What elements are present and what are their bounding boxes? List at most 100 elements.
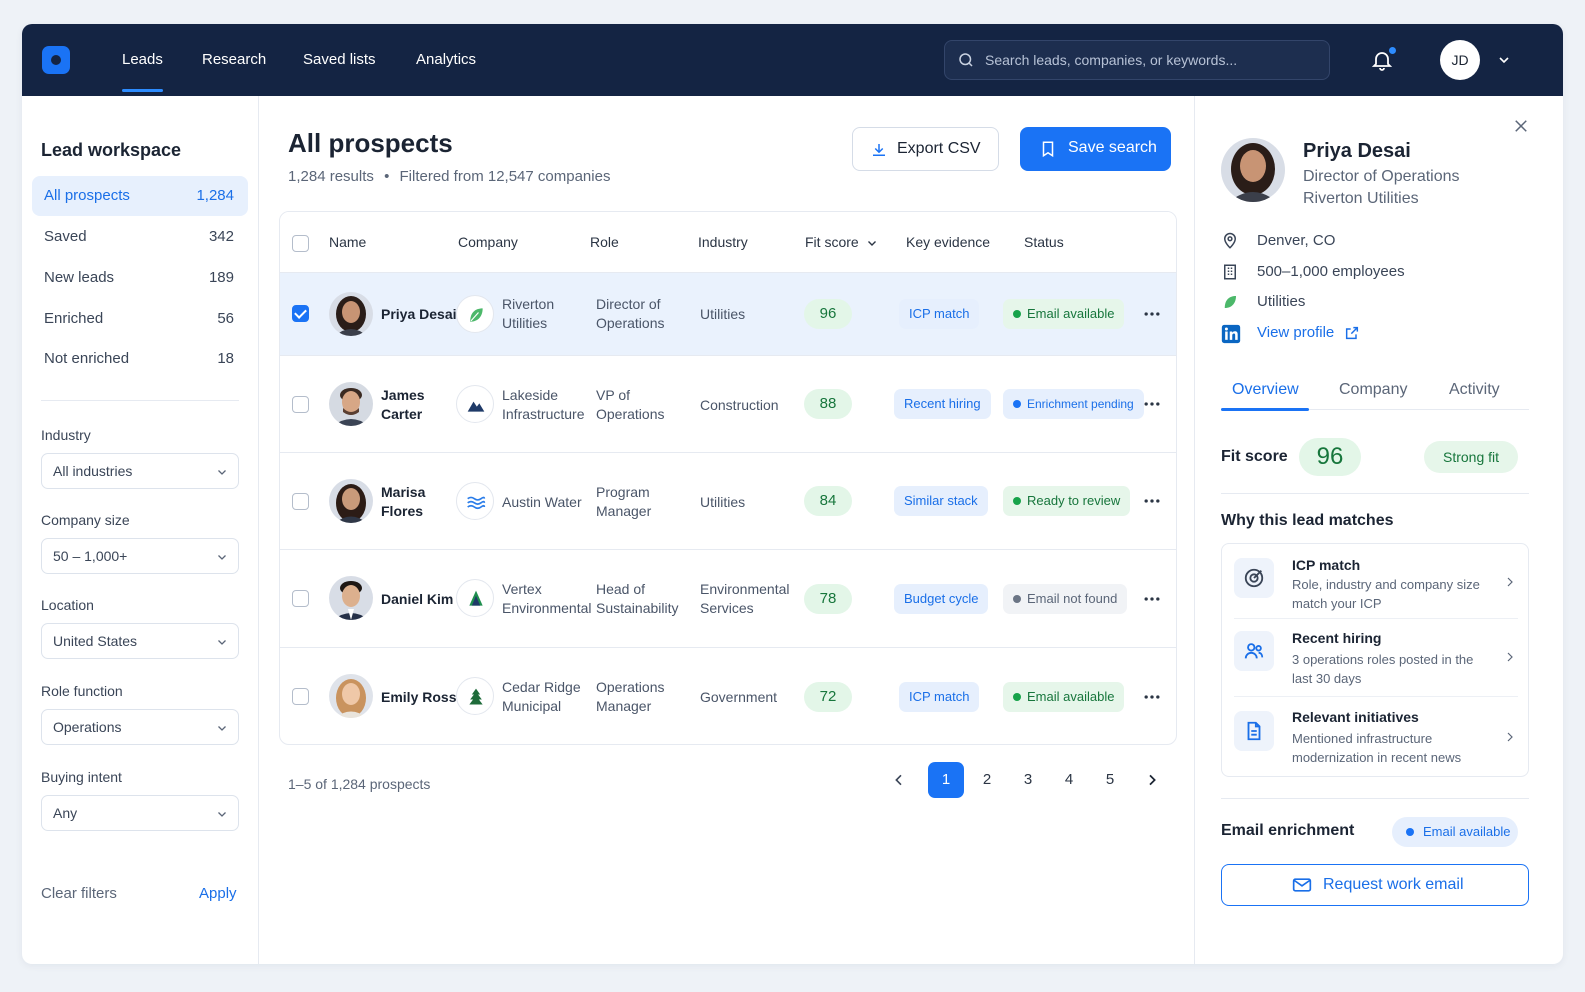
tab-company[interactable]: Company <box>1339 381 1407 399</box>
column-company[interactable]: Company <box>458 234 518 250</box>
chevron-down-icon[interactable] <box>1496 52 1512 68</box>
enrichment-status-badge: Email available <box>1392 817 1518 847</box>
column-status[interactable]: Status <box>1024 234 1064 250</box>
filter-label-buying-intent: Buying intent <box>41 769 122 785</box>
more-icon[interactable] <box>1142 589 1162 609</box>
page-button-3[interactable]: 3 <box>1010 762 1046 798</box>
tab-activity[interactable]: Activity <box>1449 381 1500 399</box>
more-icon[interactable] <box>1142 687 1162 707</box>
fit-score-badge: 96 <box>804 299 852 329</box>
company-size-select[interactable]: 50 – 1,000+ <box>41 538 239 574</box>
match-item-initiatives[interactable]: Relevant initiatives Mentioned infrastru… <box>1222 697 1530 777</box>
row-checkbox[interactable] <box>292 396 309 413</box>
avatar <box>329 576 373 620</box>
column-name[interactable]: Name <box>329 234 366 250</box>
why-matches-title: Why this lead matches <box>1221 512 1394 529</box>
panel-divider <box>1221 493 1529 494</box>
table-row[interactable]: Daniel Kim Vertex Environmental Head of … <box>280 550 1176 648</box>
apply-filters-link[interactable]: Apply <box>199 885 237 902</box>
nav-research[interactable]: Research <box>202 24 266 96</box>
match-desc: Role, industry and company size match yo… <box>1292 577 1480 611</box>
users-icon <box>1234 631 1274 671</box>
company-name: Cedar Ridge Municipal <box>502 679 581 714</box>
industry: Construction <box>700 397 779 413</box>
chevron-right-icon[interactable] <box>1144 772 1160 788</box>
page-button-1[interactable]: 1 <box>928 762 964 798</box>
clear-filters-link[interactable]: Clear filters <box>41 885 117 902</box>
role: Program Manager <box>596 484 652 519</box>
table-row[interactable]: Priya Desai Riverton Utilities Director … <box>280 273 1176 356</box>
more-icon[interactable] <box>1142 304 1162 324</box>
chevron-left-icon[interactable] <box>891 772 907 788</box>
search-bar[interactable] <box>944 40 1330 80</box>
nav-analytics[interactable]: Analytics <box>416 24 476 96</box>
role-function-select[interactable]: Operations <box>41 709 239 745</box>
evidence-tag: Recent hiring <box>894 389 991 419</box>
company-name: Lakeside Infrastructure <box>502 387 585 422</box>
buying-intent-select[interactable]: Any <box>41 795 239 831</box>
more-icon[interactable] <box>1142 394 1162 414</box>
column-role[interactable]: Role <box>590 234 619 250</box>
row-checkbox[interactable] <box>292 305 309 322</box>
more-icon[interactable] <box>1142 491 1162 511</box>
nav-leads[interactable]: Leads <box>122 24 163 96</box>
table-row[interactable]: James Carter Lakeside Infrastructure VP … <box>280 356 1176 453</box>
select-all-checkbox[interactable] <box>292 235 309 252</box>
export-csv-button[interactable]: Export CSV <box>852 127 999 171</box>
sidebar-item-count: 342 <box>208 228 234 245</box>
leaf-icon <box>470 308 483 322</box>
match-item-hiring[interactable]: Recent hiring 3 operations roles posted … <box>1222 619 1530 696</box>
tab-overview[interactable]: Overview <box>1232 381 1299 399</box>
close-icon[interactable] <box>1512 117 1530 135</box>
avatar <box>329 479 373 523</box>
page-button-2[interactable]: 2 <box>969 762 1005 798</box>
chevron-down-icon <box>218 640 226 645</box>
nav-saved-lists[interactable]: Saved lists <box>303 24 376 96</box>
sidebar-item-count: 189 <box>208 269 234 286</box>
row-checkbox[interactable] <box>292 688 309 705</box>
location-select[interactable]: United States <box>41 623 239 659</box>
chevron-down-icon[interactable] <box>866 237 878 249</box>
sidebar-item-all-prospects[interactable]: All prospects 1,284 <box>32 176 248 216</box>
column-fit-score[interactable]: Fit score <box>805 234 859 250</box>
search-input[interactable] <box>985 52 1305 68</box>
sidebar-item-not-enriched[interactable]: Not enriched 18 <box>32 339 248 379</box>
avatar <box>329 674 373 718</box>
page-button-5[interactable]: 5 <box>1092 762 1128 798</box>
match-item-icp[interactable]: ICP match Role, industry and company siz… <box>1222 544 1530 618</box>
sidebar-item-saved[interactable]: Saved 342 <box>32 217 248 257</box>
sidebar-item-new-leads[interactable]: New leads 189 <box>32 258 248 298</box>
chevron-down-icon <box>218 726 226 731</box>
industry-text: Utilities <box>1257 293 1306 310</box>
pine-tree-icon <box>469 688 483 705</box>
filter-label-role-function: Role function <box>41 683 123 699</box>
company-name: Vertex Environmental <box>502 581 592 616</box>
column-key-evidence[interactable]: Key evidence <box>906 234 990 250</box>
page-button-4[interactable]: 4 <box>1051 762 1087 798</box>
industry-select[interactable]: All industries <box>41 453 239 489</box>
sidebar-divider <box>41 400 239 401</box>
chevron-right-icon <box>1507 732 1513 742</box>
industry: Government <box>700 689 778 705</box>
table-row[interactable]: Marisa Flores Austin Water Program Manag… <box>280 453 1176 550</box>
pagination-info: 1–5 of 1,284 prospects <box>288 776 431 792</box>
building-icon <box>1224 264 1236 280</box>
table-row[interactable]: Emily Ross Cedar Ridge Municipal Operati… <box>280 648 1176 744</box>
role: Head of Sustainability <box>596 581 679 616</box>
role: Director of Operations <box>596 296 665 331</box>
chevron-right-icon <box>1507 577 1513 587</box>
select-value: Operations <box>53 719 122 735</box>
column-industry[interactable]: Industry <box>698 234 748 250</box>
location-text: Denver, CO <box>1257 232 1336 249</box>
strong-fit-badge: Strong fit <box>1424 441 1518 473</box>
filter-label-industry: Industry <box>41 427 91 443</box>
status-badge: Email available <box>1003 682 1125 712</box>
user-avatar[interactable]: JD <box>1440 40 1480 80</box>
app-logo[interactable] <box>42 46 70 74</box>
row-checkbox[interactable] <box>292 493 309 510</box>
row-checkbox[interactable] <box>292 590 309 607</box>
status-badge: Enrichment pending <box>1003 389 1144 419</box>
sidebar-item-enriched[interactable]: Enriched 56 <box>32 299 248 339</box>
save-search-button[interactable]: Save search <box>1020 127 1171 171</box>
request-work-email-button[interactable]: Request work email <box>1221 864 1529 906</box>
